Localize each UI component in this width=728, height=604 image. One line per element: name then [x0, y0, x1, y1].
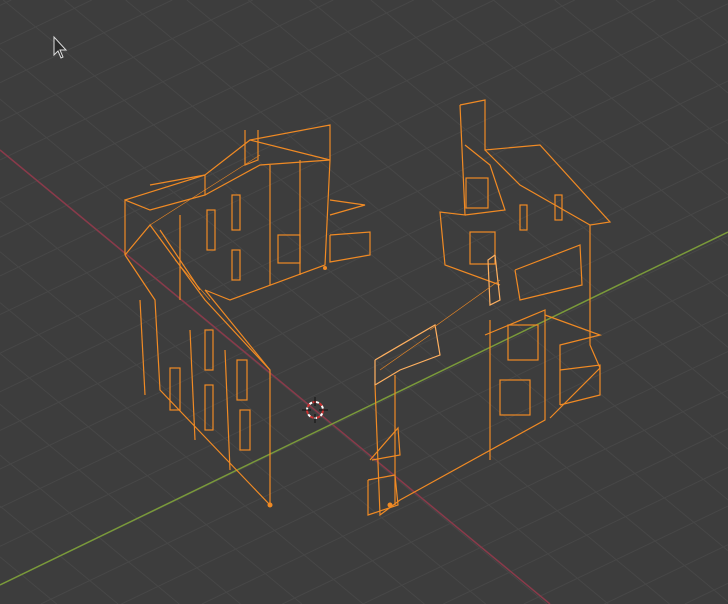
grid-line	[0, 0, 12, 6]
grid-line	[370, 0, 728, 297]
floor-grid	[0, 0, 728, 604]
grid-line	[615, 0, 728, 94]
grid-line	[431, 0, 728, 246]
x-axis-line	[0, 149, 551, 604]
grid-line	[0, 403, 241, 604]
grid-line	[0, 454, 180, 604]
grid-line	[0, 0, 656, 315]
3d-viewport[interactable]	[0, 0, 728, 604]
grid-line	[362, 428, 728, 604]
grid-line	[0, 47, 670, 604]
viewport-canvas[interactable]	[0, 0, 728, 604]
grid-line	[0, 0, 495, 238]
grid-line	[0, 251, 425, 604]
grid-line	[0, 41, 728, 393]
grid-line	[0, 0, 173, 84]
grid-line	[0, 3, 728, 354]
grid-line	[0, 353, 303, 604]
grid-line	[676, 0, 728, 43]
grid-line	[443, 466, 728, 604]
grid-line	[201, 351, 728, 604]
grid-line	[0, 505, 119, 604]
grid-line	[0, 157, 728, 509]
grid-line	[604, 544, 728, 604]
grid-line	[0, 98, 609, 604]
grid-line	[0, 119, 728, 470]
left-building-origin-2[interactable]	[323, 266, 327, 270]
mouse-pointer-icon	[53, 35, 68, 59]
grid-line	[0, 200, 487, 604]
grid-line	[684, 582, 728, 604]
grid-line	[0, 0, 253, 122]
y-axis-line	[0, 231, 728, 586]
grid-line	[0, 196, 728, 547]
left-building-origin[interactable]	[267, 502, 273, 508]
grid-line	[0, 0, 92, 45]
grid-line	[282, 389, 728, 604]
grid-line	[523, 505, 728, 604]
grid-line	[2, 0, 728, 603]
right-building-origin[interactable]	[387, 502, 393, 508]
